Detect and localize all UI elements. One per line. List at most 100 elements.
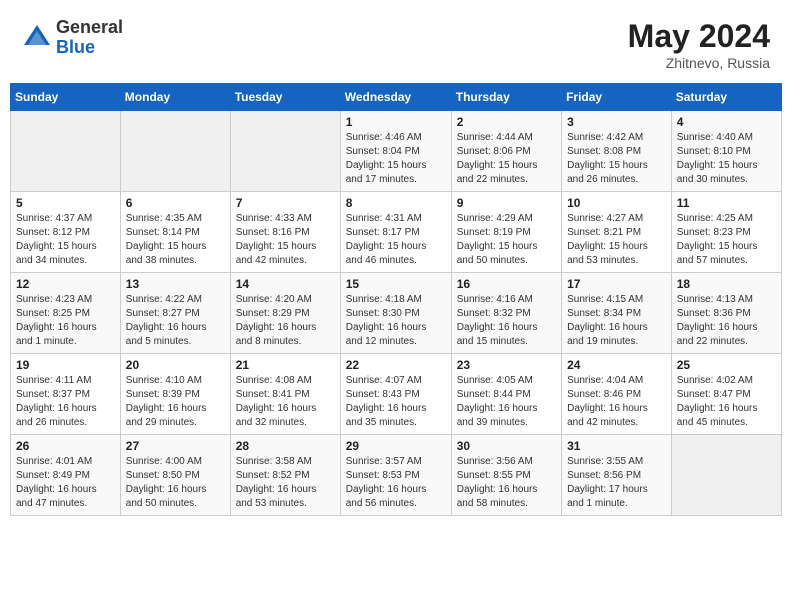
day-info: Sunrise: 4:05 AMSunset: 8:44 PMDaylight:… <box>457 374 556 430</box>
day-cell: 11 Sunrise: 4:25 AMSunset: 8:23 PMDayligh… <box>671 192 781 273</box>
day-info: Sunrise: 4:01 AMSunset: 8:49 PMDaylight:… <box>16 455 115 511</box>
day-cell: 16 Sunrise: 4:16 AMSunset: 8:32 PMDayligh… <box>451 273 561 354</box>
day-info: Sunrise: 3:57 AMSunset: 8:53 PMDaylight:… <box>346 455 446 511</box>
day-cell: 22 Sunrise: 4:07 AMSunset: 8:43 PMDayligh… <box>340 354 451 435</box>
day-number: 14 <box>236 277 335 291</box>
day-number: 28 <box>236 439 335 453</box>
day-cell: 26Sunrise: 4:01 AMSunset: 8:49 PMDayligh… <box>11 435 121 516</box>
day-number: 9 <box>457 196 556 210</box>
day-info: Sunrise: 4:16 AMSunset: 8:32 PMDaylight:… <box>457 293 556 349</box>
day-info: Sunrise: 4:10 AMSunset: 8:39 PMDaylight:… <box>126 374 225 430</box>
day-cell: 9Sunrise: 4:29 AMSunset: 8:19 PMDaylight… <box>451 192 561 273</box>
day-number: 23 <box>457 358 556 372</box>
day-cell <box>230 111 340 192</box>
day-cell: 2 Sunrise: 4:44 AMSunset: 8:06 PMDaylight… <box>451 111 561 192</box>
day-cell: 5Sunrise: 4:37 AMSunset: 8:12 PMDaylight… <box>11 192 121 273</box>
day-number: 18 <box>677 277 776 291</box>
week-row-1: 1Sunrise: 4:46 AMSunset: 8:04 PMDaylight… <box>11 111 782 192</box>
location-subtitle: Zhitnevo, Russia <box>628 55 770 71</box>
day-number: 25 <box>677 358 776 372</box>
day-number: 8 <box>346 196 446 210</box>
day-cell: 6Sunrise: 4:35 AMSunset: 8:14 PMDaylight… <box>120 192 230 273</box>
logo-icon <box>22 23 52 53</box>
day-number: 20 <box>126 358 225 372</box>
week-row-4: 19 Sunrise: 4:11 AMSunset: 8:37 PMDayligh… <box>11 354 782 435</box>
day-info: Sunrise: 4:13 AMSunset: 8:36 PMDaylight:… <box>677 293 776 349</box>
day-info: Sunrise: 4:00 AMSunset: 8:50 PMDaylight:… <box>126 455 225 511</box>
calendar-table: SundayMondayTuesdayWednesdayThursdayFrid… <box>10 83 782 516</box>
day-info: Sunrise: 3:55 AMSunset: 8:56 PMDaylight:… <box>567 455 666 511</box>
day-info: Sunrise: 4:31 AMSunset: 8:17 PMDaylight:… <box>346 212 446 268</box>
day-info: Sunrise: 4:33 AMSunset: 8:16 PMDaylight:… <box>236 212 335 268</box>
day-info: Sunrise: 4:27 AMSunset: 8:21 PMDaylight:… <box>567 212 666 268</box>
day-cell: 3 Sunrise: 4:42 AMSunset: 8:08 PMDaylight… <box>562 111 672 192</box>
day-number: 13 <box>126 277 225 291</box>
day-number: 4 <box>677 115 776 129</box>
day-info: Sunrise: 3:58 AMSunset: 8:52 PMDaylight:… <box>236 455 335 511</box>
weekday-header-thursday: Thursday <box>451 84 561 111</box>
day-number: 17 <box>567 277 666 291</box>
day-cell <box>671 435 781 516</box>
weekday-header-wednesday: Wednesday <box>340 84 451 111</box>
weekday-header-row: SundayMondayTuesdayWednesdayThursdayFrid… <box>11 84 782 111</box>
day-cell: 29 Sunrise: 3:57 AMSunset: 8:53 PMDayligh… <box>340 435 451 516</box>
day-number: 3 <box>567 115 666 129</box>
day-cell: 4 Sunrise: 4:40 AMSunset: 8:10 PMDaylight… <box>671 111 781 192</box>
day-cell: 13 Sunrise: 4:22 AMSunset: 8:27 PMDayligh… <box>120 273 230 354</box>
day-info: Sunrise: 4:42 AMSunset: 8:08 PMDaylight:… <box>567 131 666 187</box>
day-info: Sunrise: 4:08 AMSunset: 8:41 PMDaylight:… <box>236 374 335 430</box>
day-number: 19 <box>16 358 115 372</box>
day-number: 27 <box>126 439 225 453</box>
logo: General Blue <box>22 18 123 58</box>
day-number: 2 <box>457 115 556 129</box>
day-cell: 25 Sunrise: 4:02 AMSunset: 8:47 PMDayligh… <box>671 354 781 435</box>
day-cell: 31 Sunrise: 3:55 AMSunset: 8:56 PMDayligh… <box>562 435 672 516</box>
day-cell: 10 Sunrise: 4:27 AMSunset: 8:21 PMDayligh… <box>562 192 672 273</box>
title-block: May 2024 Zhitnevo, Russia <box>628 18 770 71</box>
day-cell: 21Sunrise: 4:08 AMSunset: 8:41 PMDayligh… <box>230 354 340 435</box>
day-info: Sunrise: 4:20 AMSunset: 8:29 PMDaylight:… <box>236 293 335 349</box>
day-number: 15 <box>346 277 446 291</box>
day-cell: 1Sunrise: 4:46 AMSunset: 8:04 PMDaylight… <box>340 111 451 192</box>
day-info: Sunrise: 4:04 AMSunset: 8:46 PMDaylight:… <box>567 374 666 430</box>
day-cell: 14 Sunrise: 4:20 AMSunset: 8:29 PMDayligh… <box>230 273 340 354</box>
day-cell: 28 Sunrise: 3:58 AMSunset: 8:52 PMDayligh… <box>230 435 340 516</box>
weekday-header-friday: Friday <box>562 84 672 111</box>
day-number: 22 <box>346 358 446 372</box>
day-info: Sunrise: 4:37 AMSunset: 8:12 PMDaylight:… <box>16 212 115 268</box>
day-info: Sunrise: 4:23 AMSunset: 8:25 PMDaylight:… <box>16 293 115 349</box>
week-row-5: 26Sunrise: 4:01 AMSunset: 8:49 PMDayligh… <box>11 435 782 516</box>
logo-blue: Blue <box>56 38 123 58</box>
day-info: Sunrise: 4:02 AMSunset: 8:47 PMDaylight:… <box>677 374 776 430</box>
day-info: Sunrise: 4:35 AMSunset: 8:14 PMDaylight:… <box>126 212 225 268</box>
day-info: Sunrise: 4:11 AMSunset: 8:37 PMDaylight:… <box>16 374 115 430</box>
page-header: General Blue May 2024 Zhitnevo, Russia <box>10 10 782 83</box>
month-year-title: May 2024 <box>628 18 770 55</box>
day-cell: 19 Sunrise: 4:11 AMSunset: 8:37 PMDayligh… <box>11 354 121 435</box>
day-number: 10 <box>567 196 666 210</box>
weekday-header-saturday: Saturday <box>671 84 781 111</box>
day-cell: 23 Sunrise: 4:05 AMSunset: 8:44 PMDayligh… <box>451 354 561 435</box>
weekday-header-monday: Monday <box>120 84 230 111</box>
day-number: 11 <box>677 196 776 210</box>
day-cell: 7 Sunrise: 4:33 AMSunset: 8:16 PMDaylight… <box>230 192 340 273</box>
day-cell: 12Sunrise: 4:23 AMSunset: 8:25 PMDayligh… <box>11 273 121 354</box>
day-number: 7 <box>236 196 335 210</box>
day-number: 31 <box>567 439 666 453</box>
weekday-header-sunday: Sunday <box>11 84 121 111</box>
day-number: 30 <box>457 439 556 453</box>
day-cell: 27 Sunrise: 4:00 AMSunset: 8:50 PMDayligh… <box>120 435 230 516</box>
day-number: 16 <box>457 277 556 291</box>
day-cell: 8 Sunrise: 4:31 AMSunset: 8:17 PMDaylight… <box>340 192 451 273</box>
logo-general: General <box>56 18 123 38</box>
week-row-2: 5Sunrise: 4:37 AMSunset: 8:12 PMDaylight… <box>11 192 782 273</box>
day-info: Sunrise: 4:44 AMSunset: 8:06 PMDaylight:… <box>457 131 556 187</box>
day-info: Sunrise: 4:18 AMSunset: 8:30 PMDaylight:… <box>346 293 446 349</box>
day-info: Sunrise: 4:40 AMSunset: 8:10 PMDaylight:… <box>677 131 776 187</box>
day-info: Sunrise: 4:22 AMSunset: 8:27 PMDaylight:… <box>126 293 225 349</box>
day-cell: 15 Sunrise: 4:18 AMSunset: 8:30 PMDayligh… <box>340 273 451 354</box>
day-info: Sunrise: 4:25 AMSunset: 8:23 PMDaylight:… <box>677 212 776 268</box>
day-cell: 18 Sunrise: 4:13 AMSunset: 8:36 PMDayligh… <box>671 273 781 354</box>
day-number: 29 <box>346 439 446 453</box>
day-info: Sunrise: 4:07 AMSunset: 8:43 PMDaylight:… <box>346 374 446 430</box>
